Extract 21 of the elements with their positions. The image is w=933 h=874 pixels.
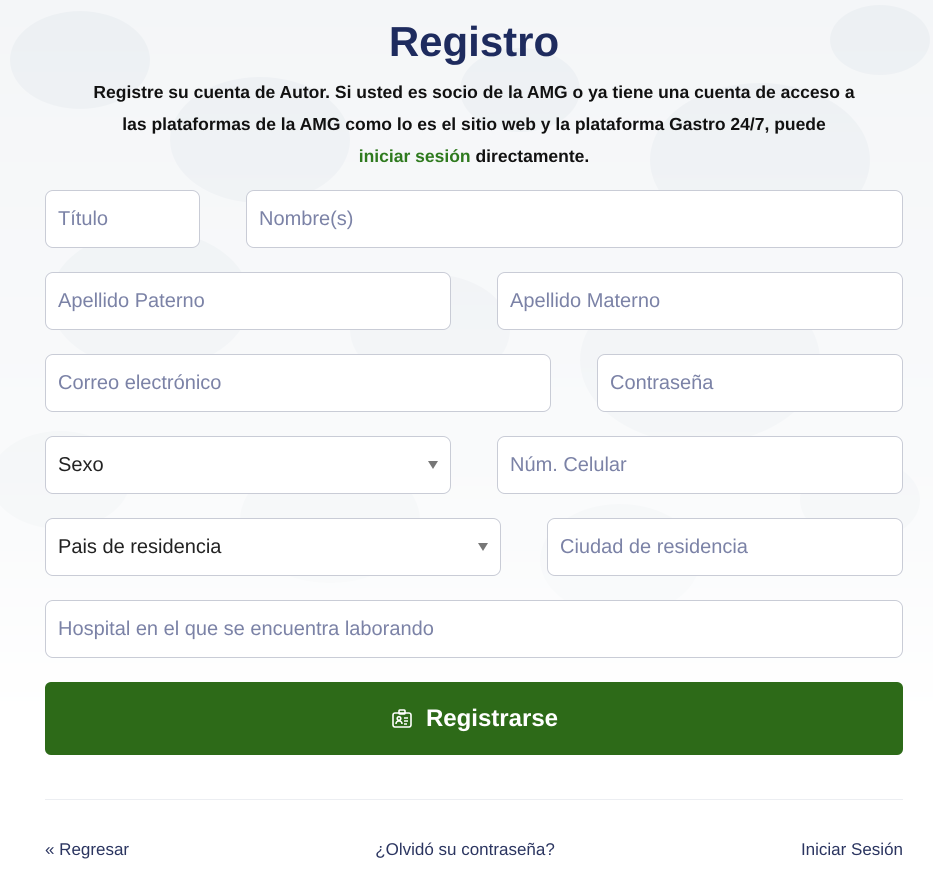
intro-text: Registre su cuenta de Autor. Si usted es socio de la AMG o ya tiene una cuenta de acceso a las plataformas de la AMG como lo es el sitio web y la plataforma Gastro 24/7, puede iniciar sesión directamente.	[92, 81, 856, 168]
input-field[interactable]: Título	[45, 190, 200, 248]
dropdown-field[interactable]: Sexo	[45, 436, 451, 494]
id-card-icon	[390, 706, 414, 730]
login-link[interactable]: iniciar sesión	[358, 146, 471, 166]
footer-link[interactable]: Iniciar Sesión	[800, 840, 903, 860]
dropdown-field[interactable]: Pais de residencia	[45, 518, 501, 576]
caret-icon	[478, 543, 488, 551]
input-field[interactable]: Contraseña	[597, 354, 903, 412]
register-button[interactable]: Registrarse	[45, 682, 903, 755]
input-field[interactable]: Apellido Paterno	[45, 272, 451, 330]
input-field[interactable]: Nombre(s)	[246, 190, 903, 248]
input-field[interactable]: Hospital en el que se encuentra laborando	[45, 600, 903, 658]
input-field[interactable]: Ciudad de residencia	[547, 518, 903, 576]
caret-icon	[428, 461, 438, 469]
input-field[interactable]: Núm. Celular	[497, 436, 903, 494]
input-field[interactable]: Apellido Materno	[497, 272, 903, 330]
input-field[interactable]: Correo electrónico	[45, 354, 551, 412]
page-title: Registro	[388, 17, 560, 67]
footer-link[interactable]: « Regresar	[45, 840, 130, 860]
footer-link[interactable]: ¿Olvidó su contraseña?	[375, 840, 555, 860]
